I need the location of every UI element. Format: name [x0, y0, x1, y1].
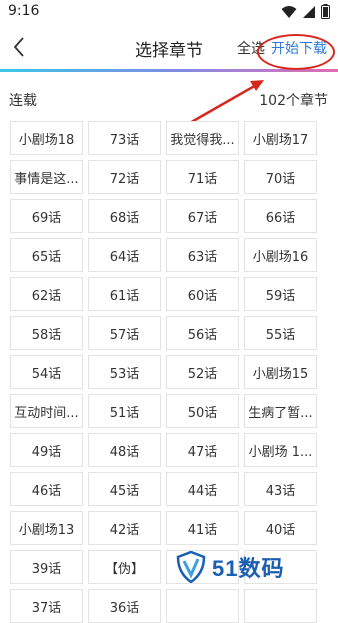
chapter-item[interactable]: 53话	[88, 355, 161, 389]
signal-icon	[303, 5, 315, 18]
chapter-count: 102个章节	[259, 93, 328, 109]
chapter-item[interactable]: 58话	[10, 316, 83, 350]
chapter-item[interactable]: 40话	[244, 511, 317, 545]
section-label: 连载	[9, 93, 37, 109]
chapter-item[interactable]: 42话	[88, 511, 161, 545]
chapter-grid: 小剧场18 73话 我觉得我... 小剧场17 事情是这... 72话 71话 70话 69话 6…	[10, 121, 318, 623]
chapter-item[interactable]	[244, 589, 317, 623]
chapter-item[interactable]: 43话	[244, 472, 317, 506]
watermark: 51数码	[176, 551, 284, 583]
chapter-item[interactable]: 小剧场16	[244, 238, 317, 272]
chapter-item[interactable]: 71话	[166, 160, 239, 194]
chapter-item[interactable]: 63话	[166, 238, 239, 272]
chapter-item[interactable]: 44话	[166, 472, 239, 506]
chapter-item[interactable]: 47话	[166, 433, 239, 467]
chapter-item[interactable]: 46话	[10, 472, 83, 506]
chapter-item[interactable]: 57话	[88, 316, 161, 350]
chapter-item[interactable]: 60话	[166, 277, 239, 311]
chapter-item[interactable]: 48话	[88, 433, 161, 467]
status-bar: 9:16	[0, 0, 338, 24]
chapter-item[interactable]: 【伪】	[88, 550, 161, 584]
chapter-item[interactable]: 56话	[166, 316, 239, 350]
chapter-item[interactable]: 61话	[88, 277, 161, 311]
status-time: 9:16	[8, 3, 40, 19]
status-icons	[281, 4, 330, 19]
chapter-item[interactable]: 51话	[88, 394, 161, 428]
chapter-item[interactable]: 68话	[88, 199, 161, 233]
chapter-item[interactable]: 69话	[10, 199, 83, 233]
chapter-item[interactable]: 36话	[88, 589, 161, 623]
wifi-icon	[281, 5, 297, 18]
shield-icon	[176, 551, 206, 583]
chapter-item[interactable]: 37话	[10, 589, 83, 623]
chapter-item[interactable]: 62话	[10, 277, 83, 311]
chapter-item[interactable]: 小剧场17	[244, 121, 317, 155]
chapter-item[interactable]: 52话	[166, 355, 239, 389]
chapter-item[interactable]: 生病了暂...	[244, 394, 317, 428]
chapter-item[interactable]: 55话	[244, 316, 317, 350]
annotation-ellipse	[257, 34, 335, 70]
watermark-text: 51数码	[212, 556, 285, 581]
chapter-item[interactable]: 小剧场15	[244, 355, 317, 389]
chapter-item[interactable]: 互动时间...	[10, 394, 83, 428]
chapter-item[interactable]: 67话	[166, 199, 239, 233]
chapter-item[interactable]: 66话	[244, 199, 317, 233]
chapter-item[interactable]: 45话	[88, 472, 161, 506]
chapter-item[interactable]: 73话	[88, 121, 161, 155]
chapter-item[interactable]: 59话	[244, 277, 317, 311]
chapter-item[interactable]: 事情是这...	[10, 160, 83, 194]
chapter-item[interactable]: 64话	[88, 238, 161, 272]
chapter-item[interactable]: 70话	[244, 160, 317, 194]
chapter-item[interactable]: 我觉得我...	[166, 121, 239, 155]
chapter-item[interactable]: 50话	[166, 394, 239, 428]
chapter-item[interactable]: 小剧场13	[10, 511, 83, 545]
chapter-item[interactable]: 小剧场18	[10, 121, 83, 155]
chapter-item[interactable]: 41话	[166, 511, 239, 545]
battery-icon	[321, 4, 330, 19]
chapter-item[interactable]: 39话	[10, 550, 83, 584]
chapter-item[interactable]: 54话	[10, 355, 83, 389]
chapter-item[interactable]: 49话	[10, 433, 83, 467]
chapter-item[interactable]: 72话	[88, 160, 161, 194]
chapter-item[interactable]: 小剧场 1...	[244, 433, 317, 467]
chapter-item[interactable]: 65话	[10, 238, 83, 272]
chapter-item[interactable]	[166, 589, 239, 623]
